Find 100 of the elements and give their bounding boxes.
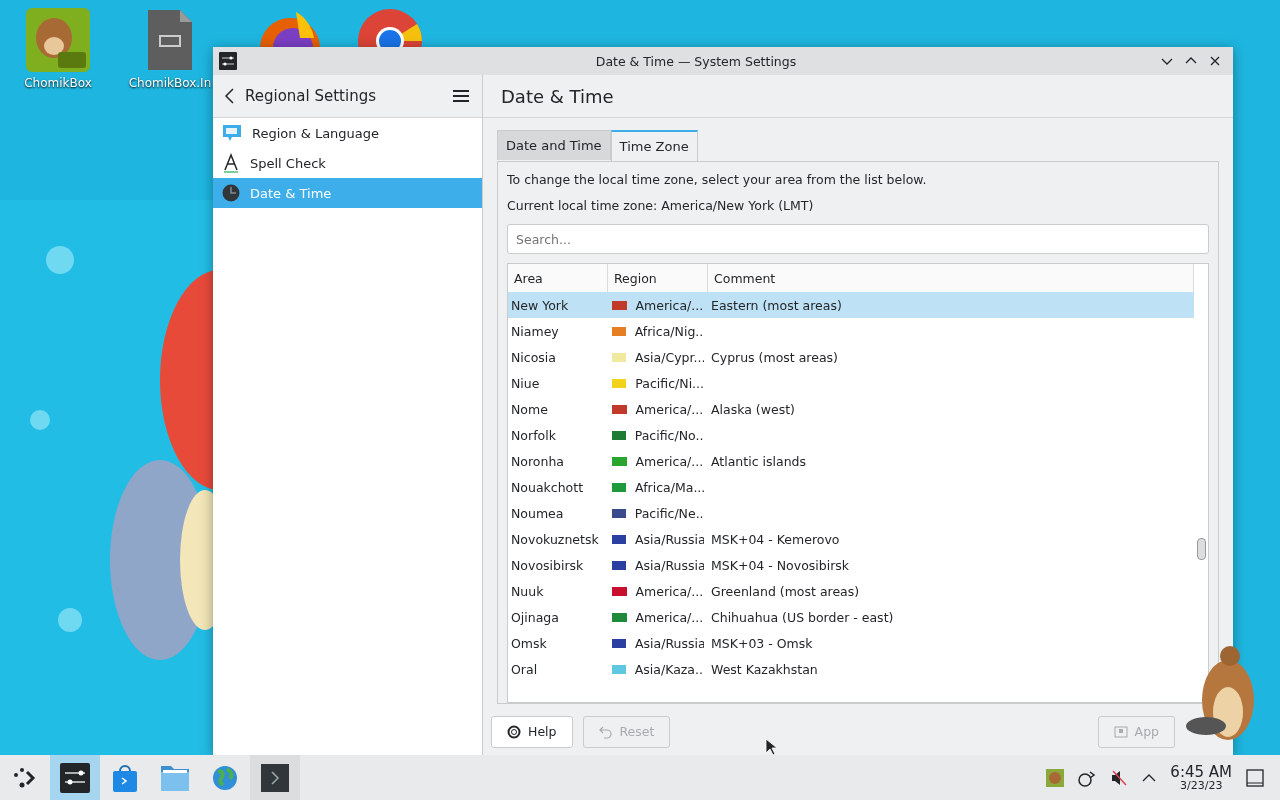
time-text: 6:45 AM <box>1170 764 1232 780</box>
taskbar-item[interactable] <box>50 755 100 800</box>
table-cell-text: Omsk <box>510 635 548 651</box>
table-cell-text: Greenland (most areas) <box>710 583 861 599</box>
table-row[interactable]: Novokuznetsk Asia/Russia MSK+04 - Kemerovo <box>508 526 1194 552</box>
table-row[interactable]: New York America/... Eastern (most areas) <box>508 292 1194 318</box>
table-cell-text: Niue <box>510 375 541 391</box>
table-cell-text: Novokuznetsk <box>510 531 600 547</box>
instructions-text: To change the local time zone, select your area from the list below. <box>507 172 928 187</box>
table-row[interactable]: Niamey Africa/Nig... <box>508 318 1194 344</box>
table-cell-text: Eastern (most areas) <box>710 297 843 313</box>
back-icon[interactable] <box>223 87 237 105</box>
table-cell-text: MSK+04 - Novosibirsk <box>710 557 851 573</box>
table-row[interactable]: Nicosia Asia/Cypr... Cyprus (most areas) <box>508 344 1194 370</box>
table-cell-text: Cyprus (most areas) <box>710 349 839 365</box>
taskbar-item[interactable] <box>250 755 300 800</box>
clock[interactable]: 6:45 AM 3/23/23 <box>1170 764 1232 791</box>
table-cell-text: Noronha <box>510 453 565 469</box>
table-cell-text: New York <box>510 297 570 313</box>
column-header[interactable]: Comment <box>708 264 1194 292</box>
sidebar-title: Regional Settings <box>245 87 377 105</box>
icon-label: ChomikBox.In <box>128 76 212 90</box>
table-cell-text: Novosibirsk <box>510 557 585 573</box>
tab[interactable]: Date and Time <box>497 130 611 160</box>
show-desktop-icon[interactable] <box>1246 768 1264 787</box>
undo-icon <box>598 724 613 739</box>
folder-icon <box>160 763 190 792</box>
table-cell-text: Asia/Russia <box>634 635 704 651</box>
menu-icon[interactable] <box>452 89 470 103</box>
letter-a-icon <box>222 153 240 173</box>
table-cell-text: Atlantic islands <box>710 453 807 469</box>
sidebar-item[interactable]: Region & Language <box>213 118 482 148</box>
page-title: Date & Time <box>501 85 614 107</box>
table-cell-text: MSK+04 - Kemerovo <box>710 531 841 547</box>
table-cell-text: Pacific/Ni... <box>634 375 704 391</box>
table-cell-text: Nouakchott <box>510 479 585 495</box>
table-cell-text: Niamey <box>510 323 560 339</box>
muted-speaker-icon[interactable] <box>1110 768 1129 787</box>
search-field[interactable]: Search... <box>507 224 1209 254</box>
table-row[interactable]: Noumea Pacific/Ne... <box>508 500 1194 526</box>
table-cell-text: Norfolk <box>510 427 557 443</box>
sidebar-item[interactable]: Spell Check <box>213 148 482 178</box>
shopping-bag-icon <box>111 762 139 793</box>
network-icon[interactable] <box>1078 768 1097 787</box>
table-cell-text: Alaska (west) <box>710 401 796 417</box>
table-row[interactable]: Nome America/... Alaska (west) <box>508 396 1194 422</box>
table-cell-text: Asia/Cypr... <box>634 349 704 365</box>
clock-icon <box>222 184 240 202</box>
file-icon[interactable] <box>146 8 194 72</box>
speech-bubble-icon <box>222 124 242 142</box>
table-cell-text: Ojinaga <box>510 609 560 625</box>
launcher-icon <box>12 766 38 789</box>
table-row[interactable]: Novosibirsk Asia/Russia MSK+04 - Novosibirsk <box>508 552 1194 578</box>
table-cell-text: Chihuahua (US border - east) <box>710 609 895 625</box>
lifebuoy-icon <box>507 724 521 739</box>
table-row[interactable]: Noronha America/... Atlantic islands <box>508 448 1194 474</box>
table-cell-text: America/... <box>634 609 704 625</box>
settings-icon <box>219 52 237 70</box>
icon-label: ChomikBox <box>24 76 92 90</box>
globe-icon <box>211 763 239 792</box>
table-cell-text: Nuuk <box>510 583 545 599</box>
table-cell-text: America/... <box>634 583 704 599</box>
table-cell-text: America/... <box>634 453 704 469</box>
table-cell-text: MSK+03 - Omsk <box>710 635 814 651</box>
table-cell-text: West Kazakhstan <box>710 661 819 677</box>
table-cell-text: America/... <box>634 297 704 313</box>
table-row[interactable]: Niue Pacific/Ni... <box>508 370 1194 396</box>
document-icon <box>1113 724 1128 739</box>
table-cell-text: Africa/Ma... <box>634 479 704 495</box>
table-cell-text: Pacific/No... <box>633 427 704 443</box>
table-row[interactable]: Nouakchott Africa/Ma... <box>508 474 1194 500</box>
table-cell-text: Nicosia <box>510 349 557 365</box>
hamster-app-icon[interactable] <box>26 8 90 72</box>
hamster-tray-icon[interactable] <box>1046 768 1065 787</box>
table-row[interactable]: Oral Asia/Kaza... West Kazakhstan <box>508 656 1194 682</box>
table-cell-text: Noumea <box>510 505 565 521</box>
mouse-cursor-icon <box>765 738 777 755</box>
current-zone-text: Current local time zone: America/New York (LMT) <box>507 198 815 213</box>
help-button[interactable]: Help <box>491 715 573 748</box>
table-cell-text: Nome <box>510 401 549 417</box>
terminal-icon <box>261 763 289 792</box>
caret-up-icon[interactable] <box>1142 772 1157 783</box>
column-header[interactable]: Region <box>608 264 708 292</box>
table-cell-text: Pacific/Ne... <box>633 505 704 521</box>
table-row[interactable]: Omsk Asia/Russia MSK+03 - Omsk <box>508 630 1194 656</box>
table-row[interactable]: Ojinaga America/... Chihuahua (US border - east) <box>508 604 1194 630</box>
date-text: 3/23/23 <box>1179 779 1223 791</box>
table-cell-text: Africa/Nig... <box>633 323 704 339</box>
table-row[interactable]: Nuuk America/... Greenland (most areas) <box>508 578 1194 604</box>
table-cell-text: Oral <box>510 661 539 677</box>
table-row[interactable]: Norfolk Pacific/No... <box>508 422 1194 448</box>
table-cell-text: Asia/Russia <box>634 531 704 547</box>
scrollbar-thumb[interactable] <box>1197 538 1206 560</box>
tab[interactable]: Time Zone <box>610 130 698 161</box>
column-header[interactable]: Area <box>508 264 608 292</box>
table-cell-text: Asia/Kaza... <box>633 661 704 677</box>
table-cell-text: Asia/Russia <box>634 557 704 573</box>
window-title: Date & Time — System Settings <box>594 53 798 69</box>
settings-icon <box>60 762 90 793</box>
table-cell-text: America/... <box>634 401 704 417</box>
